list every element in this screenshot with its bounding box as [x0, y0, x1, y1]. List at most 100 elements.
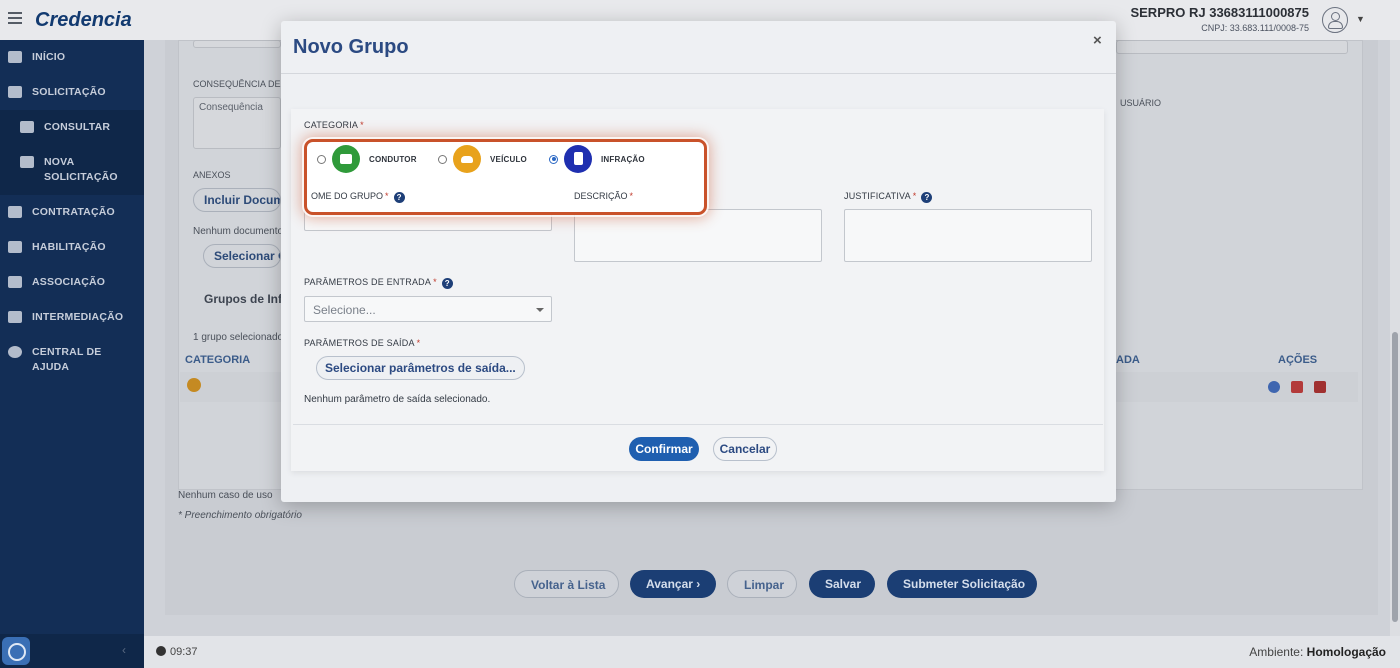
scrollbar-thumb[interactable]	[1392, 332, 1398, 622]
radio-condutor[interactable]	[317, 154, 326, 164]
car-icon	[187, 378, 201, 392]
handshake-icon	[8, 206, 22, 218]
consequencia-placeholder: Consequência	[199, 102, 263, 113]
chevron-down-icon	[536, 308, 544, 312]
help-icon[interactable]: ?	[393, 192, 405, 203]
cancelar-button[interactable]: Cancelar	[713, 437, 777, 461]
nenhum-documento-text: Nenhum documento	[193, 226, 284, 237]
incluir-documento-button[interactable]: Incluir Docum	[193, 188, 281, 212]
confirmar-button[interactable]: Confirmar	[629, 437, 699, 461]
parametros-saida-note: Nenhum parâmetro de saída selecionado.	[304, 394, 491, 405]
parametros-entrada-label-text: PARÂMETROS DE ENTRADA	[304, 277, 432, 287]
chevron-down-icon[interactable]: ▼	[1356, 14, 1365, 24]
car-icon	[453, 145, 481, 173]
trash-icon[interactable]	[1314, 381, 1326, 393]
category-label: VEÍCULO	[490, 154, 527, 164]
session-time: 09:37	[170, 646, 198, 658]
categoria-label: CATEGORIA *	[304, 120, 364, 130]
sidebar-item-label: ASSOCIAÇÃO	[32, 276, 106, 288]
environment-indicator: Ambiente: Homologação	[1249, 645, 1386, 659]
person-network-icon	[8, 311, 22, 323]
sidebar-item-consultar[interactable]: CONSULTAR	[0, 110, 144, 145]
sidebar-item-label: HABILITAÇÃO	[32, 241, 106, 253]
sidebar-item-habilitacao[interactable]: HABILITAÇÃO	[0, 230, 144, 265]
nenhum-caso-text: Nenhum caso de uso	[178, 490, 273, 501]
descricao-textarea[interactable]	[574, 209, 822, 262]
category-label: INFRAÇÃO	[601, 154, 645, 164]
app-logo[interactable]: Credencia	[35, 9, 132, 32]
sidebar-item-label: CONSULTAR	[44, 121, 111, 133]
categoria-label-text: CATEGORIA	[304, 120, 359, 130]
nome-grupo-label-text: OME DO GRUPO	[311, 191, 384, 201]
required-mark: *	[416, 338, 421, 348]
collapse-sidebar-icon[interactable]: ‹	[122, 643, 126, 657]
voltar-lista-button[interactable]: Voltar à Lista	[514, 570, 619, 598]
selecionar-grupo-button[interactable]: Selecionar G	[203, 244, 281, 268]
user-avatar-icon[interactable]	[1322, 7, 1348, 33]
novo-grupo-modal: Novo Grupo × CATEGORIA * JUSTIFICATIVA *? …	[281, 21, 1116, 502]
status-bar: 09:37 Ambiente: Homologação	[144, 636, 1400, 668]
parametros-saida-button[interactable]: Selecionar parâmetros de saída...	[316, 356, 525, 380]
grupos-title: Grupos de Inf	[204, 292, 282, 306]
limpar-button[interactable]: Limpar	[727, 570, 797, 598]
sidebar-item-inicio[interactable]: INÍCIO	[0, 40, 144, 75]
salvar-button[interactable]: Salvar	[809, 570, 875, 598]
users-icon	[8, 276, 22, 288]
justificativa-textarea[interactable]	[844, 209, 1092, 262]
usuario-label: USUÁRIO	[1120, 98, 1162, 108]
category-option-condutor[interactable]: CONDUTOR	[317, 145, 417, 173]
organization-info: SERPRO RJ 33683111000875 CNPJ: 33.683.11…	[1130, 5, 1309, 33]
clock-icon: 09:37	[156, 646, 198, 658]
anexos-label: ANEXOS	[193, 170, 231, 180]
sidebar-item-label: INÍCIO	[32, 51, 66, 63]
parametros-saida-label-text: PARÂMETROS DE SAÍDA	[304, 338, 415, 348]
category-option-veiculo[interactable]: VEÍCULO	[438, 145, 527, 173]
modal-title: Novo Grupo	[293, 36, 409, 58]
file-icon	[20, 156, 34, 168]
column-acoes: AÇÕES	[1278, 354, 1318, 366]
sidebar-item-solicitacao[interactable]: SOLICITAÇÃO	[0, 75, 144, 110]
organization-name: SERPRO RJ 33683111000875	[1130, 5, 1309, 20]
select-placeholder: Selecione...	[313, 303, 376, 317]
help-icon[interactable]: ?	[921, 192, 933, 203]
sidebar-item-associacao[interactable]: ASSOCIAÇÃO	[0, 265, 144, 300]
sidebar-item-central-de-ajuda[interactable]: CENTRAL DE AJUDA	[0, 335, 144, 385]
required-mark: *	[912, 191, 917, 201]
categoria-highlight: CONDUTOR VEÍCULO INFRAÇÃO OME DO GRUPO *?…	[304, 139, 707, 215]
avancar-button[interactable]: Avançar ›	[630, 570, 716, 598]
sidebar-item-label: NOVA SOLICITAÇÃO	[44, 156, 118, 183]
required-mark: *	[433, 277, 437, 287]
descricao-label: DESCRIÇÃO *	[574, 191, 633, 201]
category-option-infracao[interactable]: INFRAÇÃO	[549, 145, 645, 173]
sidebar-item-label: CONTRATAÇÃO	[32, 206, 115, 218]
edit-icon[interactable]	[1291, 381, 1303, 393]
help-icon[interactable]: ?	[441, 278, 453, 289]
modal-footer-divider	[293, 424, 1103, 425]
parametros-entrada-select[interactable]: Selecione...	[304, 296, 552, 322]
environment-label: Ambiente:	[1249, 645, 1304, 659]
close-icon[interactable]: ×	[1093, 32, 1102, 49]
sidebar-footer: ‹	[0, 634, 144, 668]
radio-veiculo[interactable]	[438, 154, 447, 164]
justificativa-label: JUSTIFICATIVA *?	[844, 191, 933, 203]
submeter-solicitacao-button[interactable]: Submeter Solicitação	[887, 570, 1037, 598]
text-area[interactable]	[193, 40, 281, 48]
nome-grupo-label: OME DO GRUPO *?	[311, 191, 405, 203]
column-categoria: CATEGORIA	[185, 354, 251, 366]
consequencia-label: CONSEQUÊNCIA DE	[193, 79, 281, 89]
required-mark: *	[360, 120, 364, 130]
sidebar-item-intermediacao[interactable]: INTERMEDIAÇÃO	[0, 300, 144, 335]
column-ada: ADA	[1116, 354, 1140, 366]
radio-infracao[interactable]	[549, 154, 558, 164]
sidebar: INÍCIO SOLICITAÇÃO CONSULTAR NOVA SOLICI…	[0, 40, 144, 668]
required-mark: *	[629, 191, 634, 201]
sidebar-item-contratacao[interactable]: CONTRATAÇÃO	[0, 195, 144, 230]
page-scrollbar[interactable]	[1390, 40, 1400, 636]
text-area[interactable]	[1116, 40, 1348, 54]
cookie-settings-icon[interactable]	[2, 637, 30, 665]
hamburger-menu-icon[interactable]	[8, 12, 22, 24]
required-fields-note: * Preenchimento obrigatório	[178, 510, 302, 521]
required-mark: *	[385, 191, 389, 201]
view-icon[interactable]	[1268, 381, 1280, 393]
sidebar-item-nova-solicitacao[interactable]: NOVA SOLICITAÇÃO	[0, 145, 144, 195]
